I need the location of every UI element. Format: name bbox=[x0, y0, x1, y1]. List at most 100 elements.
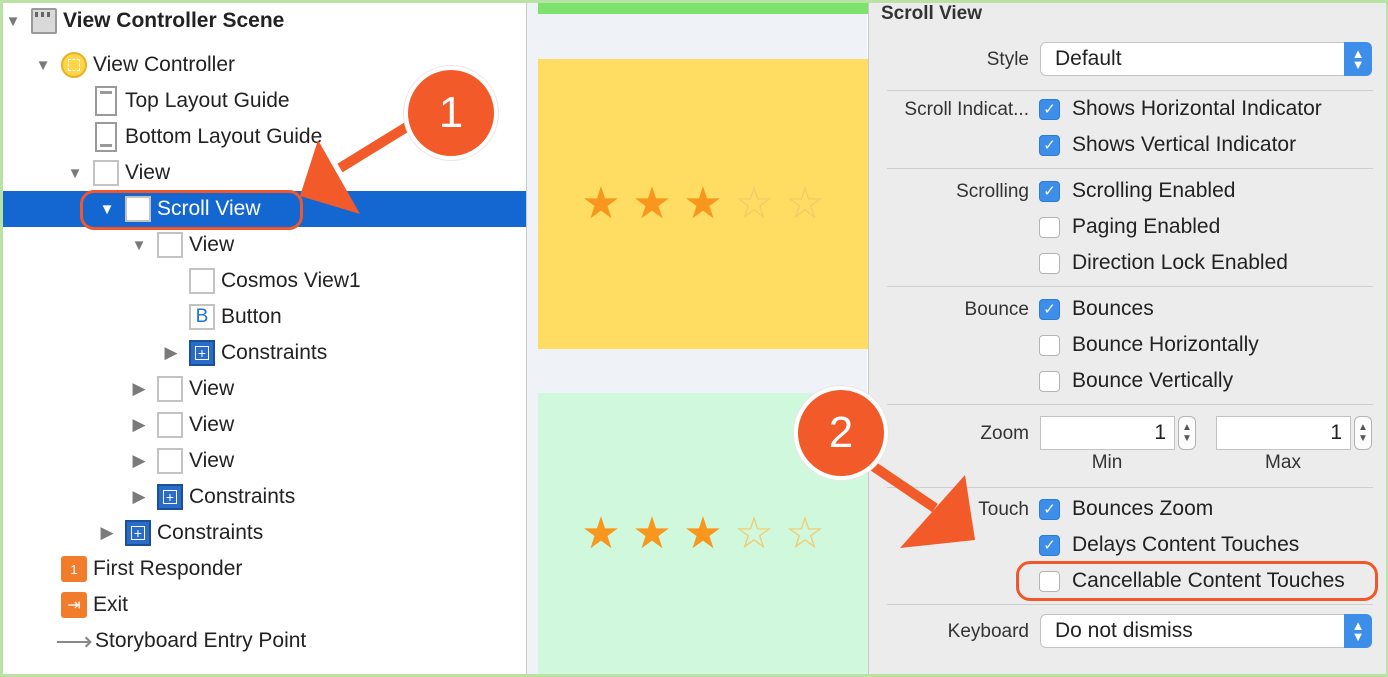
delays-content-touches-checkbox[interactable]: ✓ Delays Content Touches bbox=[1039, 533, 1299, 557]
outline-item-label: View bbox=[125, 161, 171, 184]
star-filled-icon[interactable]: ★ bbox=[681, 182, 726, 226]
outline-item-button[interactable]: B Button bbox=[3, 299, 526, 335]
checkmark-icon[interactable]: ✓ bbox=[1039, 498, 1060, 520]
popup-arrows-icon: ▲ ▼ bbox=[1344, 614, 1372, 648]
section-title: Scroll View bbox=[881, 3, 983, 24]
outline-item-label: View bbox=[189, 449, 235, 472]
disclosure-open-icon[interactable]: ▼ bbox=[33, 57, 53, 74]
zoom-min-label: Min bbox=[1091, 452, 1123, 473]
disclosure-closed-icon[interactable]: ▶ bbox=[129, 379, 149, 399]
outline-item-cosmos-view[interactable]: Cosmos View1 bbox=[3, 263, 526, 299]
outline-item-storyboard-entry-point[interactable]: ⟶ Storyboard Entry Point bbox=[3, 623, 526, 659]
view-icon bbox=[157, 412, 183, 438]
highlight-ring-scroll-view bbox=[80, 190, 303, 230]
view-icon bbox=[93, 160, 119, 186]
checkbox-box[interactable] bbox=[1039, 370, 1060, 392]
outline-item-label: View bbox=[189, 233, 235, 256]
divider bbox=[887, 404, 1373, 405]
star-filled-icon[interactable]: ★ bbox=[681, 511, 726, 556]
style-popup[interactable]: Default ▲ ▼ bbox=[1040, 42, 1372, 76]
outline-item-first-responder[interactable]: 1 First Responder bbox=[3, 551, 526, 587]
star-empty-icon[interactable]: ☆ bbox=[783, 511, 828, 556]
checkbox-label: Paging Enabled bbox=[1072, 215, 1221, 238]
cosmos-view-yellow[interactable]: ★ ★ ★ ☆ ☆ bbox=[538, 59, 868, 349]
bounces-zoom-checkbox[interactable]: ✓ Bounces Zoom bbox=[1039, 497, 1213, 521]
outline-item-label: Cosmos View1 bbox=[221, 269, 361, 292]
divider bbox=[887, 487, 1373, 488]
disclosure-closed-icon[interactable]: ▶ bbox=[129, 487, 149, 507]
outline-item-view[interactable]: ▼ View bbox=[3, 155, 526, 191]
disclosure-open-icon[interactable]: ▼ bbox=[65, 165, 85, 182]
star-rating[interactable]: ★ ★ ★ ☆ ☆ bbox=[579, 182, 828, 226]
star-empty-icon[interactable]: ☆ bbox=[783, 182, 828, 226]
checkmark-icon[interactable]: ✓ bbox=[1039, 98, 1060, 120]
star-filled-icon[interactable]: ★ bbox=[579, 182, 624, 226]
disclosure-open-icon[interactable]: ▼ bbox=[3, 13, 23, 30]
checkbox-label: Bounces bbox=[1072, 297, 1154, 320]
divider bbox=[887, 90, 1373, 91]
star-rating[interactable]: ★ ★ ★ ☆ ☆ bbox=[579, 511, 828, 556]
star-empty-icon[interactable]: ☆ bbox=[732, 511, 777, 556]
checkbox-box[interactable] bbox=[1039, 334, 1060, 356]
checkmark-icon[interactable]: ✓ bbox=[1039, 534, 1060, 556]
shows-vertical-indicator-checkbox[interactable]: ✓ Shows Vertical Indicator bbox=[1039, 133, 1296, 157]
checkbox-label: Bounces Zoom bbox=[1072, 497, 1214, 520]
step-badge-1: 1 bbox=[404, 66, 498, 160]
bounces-checkbox[interactable]: ✓ Bounces bbox=[1039, 297, 1154, 321]
checkmark-icon[interactable]: ✓ bbox=[1039, 180, 1060, 202]
storyboard-canvas[interactable]: ★ ★ ★ ☆ ☆ ★ ★ ★ ☆ ☆ bbox=[527, 3, 868, 674]
zoom-max-field[interactable]: 1 bbox=[1216, 416, 1351, 450]
checkmark-icon[interactable]: ✓ bbox=[1039, 134, 1060, 156]
zoom-min-field[interactable]: 1 bbox=[1040, 416, 1175, 450]
keyboard-popup[interactable]: Do not dismiss ▲ ▼ bbox=[1040, 614, 1372, 648]
disclosure-open-icon[interactable]: ▼ bbox=[129, 237, 149, 254]
view-icon bbox=[157, 232, 183, 258]
style-label: Style bbox=[986, 49, 1029, 70]
outline-item-label: Button bbox=[221, 305, 282, 328]
checkbox-box[interactable] bbox=[1039, 216, 1060, 238]
outline-item-constraints[interactable]: ▶ Constraints bbox=[3, 479, 526, 515]
popup-arrows-icon: ▲ ▼ bbox=[1344, 42, 1372, 76]
divider bbox=[887, 168, 1373, 169]
disclosure-closed-icon[interactable]: ▶ bbox=[129, 451, 149, 471]
outline-item-view[interactable]: ▶ View bbox=[3, 371, 526, 407]
bounce-vertically-checkbox[interactable]: Bounce Vertically bbox=[1039, 369, 1233, 393]
star-filled-icon[interactable]: ★ bbox=[579, 511, 624, 556]
button-icon: B bbox=[189, 304, 215, 330]
touch-label: Touch bbox=[978, 499, 1029, 520]
scene-icon bbox=[31, 8, 57, 34]
disclosure-closed-icon[interactable]: ▶ bbox=[129, 415, 149, 435]
constraints-icon bbox=[189, 340, 215, 366]
outline-item-view[interactable]: ▶ View bbox=[3, 407, 526, 443]
direction-lock-enabled-checkbox[interactable]: Direction Lock Enabled bbox=[1039, 251, 1288, 275]
outline-item-constraints[interactable]: ▶ Constraints bbox=[3, 335, 526, 371]
outline-item-exit[interactable]: ⇥ Exit bbox=[3, 587, 526, 623]
checkbox-box[interactable] bbox=[1039, 252, 1060, 274]
scroll-indicators-label: Scroll Indicat... bbox=[904, 99, 1029, 120]
outline-item-scene[interactable]: ▼ View Controller Scene bbox=[3, 3, 526, 39]
disclosure-closed-icon[interactable]: ▶ bbox=[97, 523, 117, 543]
zoom-max-label: Max bbox=[1265, 452, 1301, 473]
disclosure-closed-icon[interactable]: ▶ bbox=[161, 343, 181, 363]
scrolling-enabled-checkbox[interactable]: ✓ Scrolling Enabled bbox=[1039, 179, 1235, 203]
paging-enabled-checkbox[interactable]: Paging Enabled bbox=[1039, 215, 1220, 239]
star-filled-icon[interactable]: ★ bbox=[630, 511, 675, 556]
outline-item-view[interactable]: ▶ View bbox=[3, 443, 526, 479]
view-icon bbox=[157, 376, 183, 402]
checkbox-label: Bounce Horizontally bbox=[1072, 333, 1259, 356]
outline-item-constraints[interactable]: ▶ Constraints bbox=[3, 515, 526, 551]
star-filled-icon[interactable]: ★ bbox=[630, 182, 675, 226]
checkmark-icon[interactable]: ✓ bbox=[1039, 298, 1060, 320]
layout-guide-icon bbox=[95, 122, 117, 152]
zoom-max-stepper[interactable]: ▲ ▼ bbox=[1354, 416, 1372, 450]
shows-horizontal-indicator-checkbox[interactable]: ✓ Shows Horizontal Indicator bbox=[1039, 97, 1322, 121]
bounce-horizontally-checkbox[interactable]: Bounce Horizontally bbox=[1039, 333, 1259, 357]
outline-item-view[interactable]: ▼ View bbox=[3, 227, 526, 263]
checkbox-label: Shows Vertical Indicator bbox=[1072, 133, 1297, 156]
outline-item-label: Top Layout Guide bbox=[125, 89, 290, 112]
zoom-label: Zoom bbox=[980, 423, 1029, 444]
green-view[interactable] bbox=[538, 3, 868, 14]
first-responder-icon: 1 bbox=[61, 556, 87, 582]
zoom-min-stepper[interactable]: ▲ ▼ bbox=[1178, 416, 1196, 450]
star-empty-icon[interactable]: ☆ bbox=[732, 182, 777, 226]
